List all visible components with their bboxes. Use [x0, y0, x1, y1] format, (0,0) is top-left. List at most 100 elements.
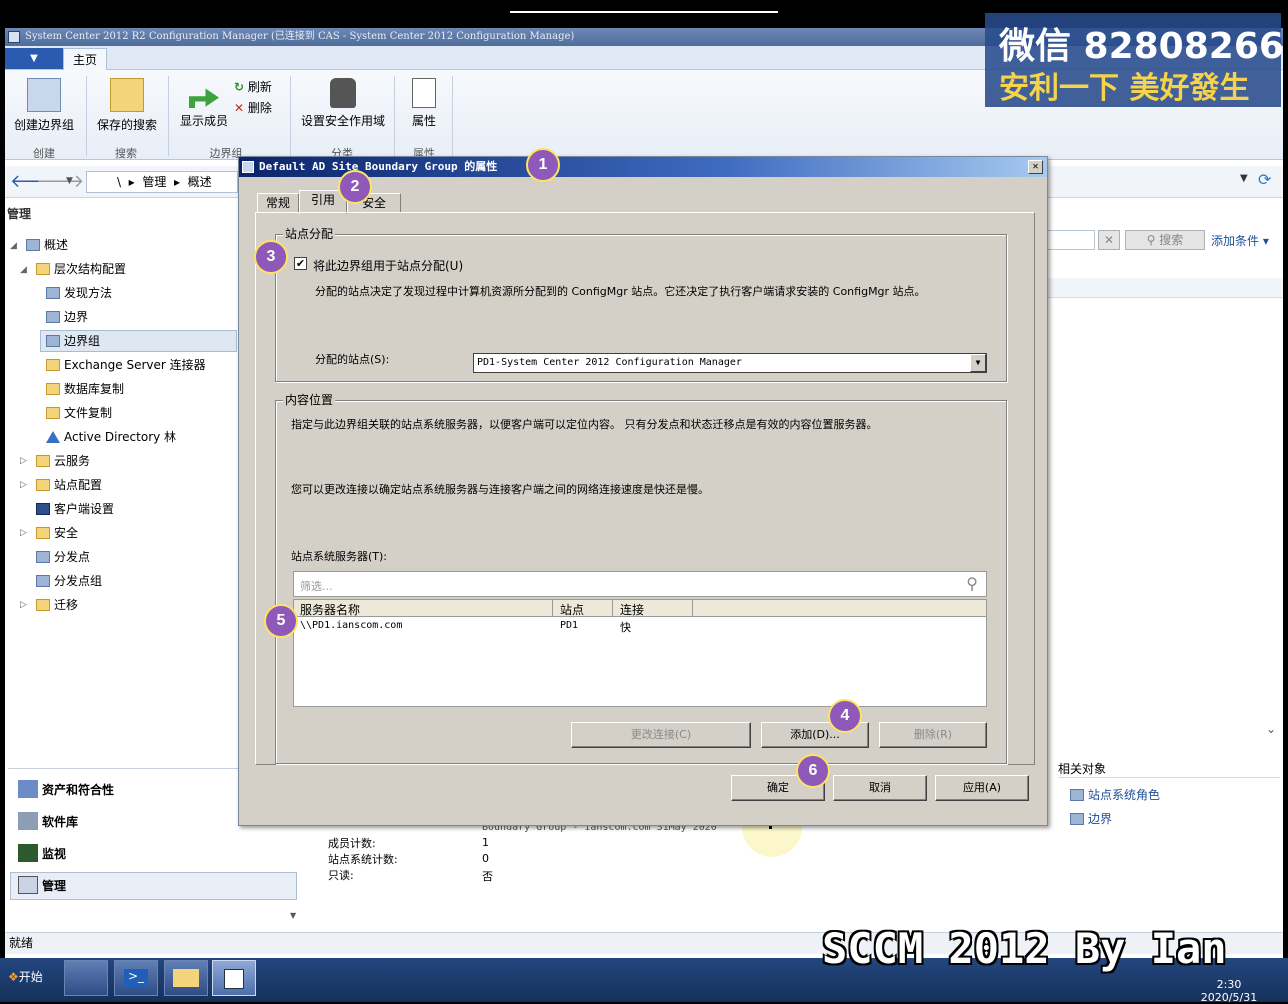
wechat-overlay: 微信 82808266 安利一下 美好發生	[985, 13, 1284, 107]
file-replication-icon	[46, 407, 60, 419]
site-system-role-icon	[1070, 789, 1084, 801]
refresh-icon[interactable]: ⟳	[1258, 170, 1271, 189]
properties-button[interactable]: 属性	[404, 78, 444, 129]
list-header	[1047, 278, 1283, 298]
taskbar-configmgr[interactable]	[212, 960, 256, 996]
app-icon	[8, 31, 20, 43]
tree-item-boundaries[interactable]: 边界	[46, 306, 88, 328]
breadcrumb-dropdown-icon[interactable]: ▼	[1240, 173, 1248, 184]
use-for-assignment-label: 将此边界组用于站点分配(U)	[313, 259, 464, 273]
remove-button[interactable]: 删除(R)	[879, 722, 987, 748]
assets-icon	[18, 780, 38, 798]
set-security-scope-button[interactable]: 设置安全作用域	[298, 78, 388, 129]
powershell-icon: >_	[124, 969, 148, 987]
group-create-label: 创建	[33, 147, 55, 160]
table-row[interactable]: \\PD1.ianscom.com PD1 快	[294, 619, 986, 635]
ribbon-separator	[168, 76, 169, 156]
history-dropdown-icon[interactable]: ▼	[66, 176, 73, 186]
add-criteria-link[interactable]: 添加条件 ▾	[1211, 232, 1269, 249]
readonly-value: 否	[482, 870, 493, 883]
expand-arrow-icon[interactable]: ◢	[10, 241, 17, 251]
discovery-icon	[46, 287, 60, 299]
group-search-label: 搜索	[115, 147, 137, 160]
show-members-button[interactable]: 显示成员	[176, 78, 232, 129]
start-button[interactable]: ❖开始	[4, 962, 56, 992]
site-system-count-value: 0	[482, 852, 489, 865]
collapsed-arrow-icon[interactable]: ▷	[20, 480, 27, 490]
workspace-assets-compliance[interactable]: 资产和符合性	[18, 777, 114, 803]
column-divider	[612, 600, 613, 617]
tree-item-overview[interactable]: 概述	[26, 234, 68, 256]
boundary-icon	[46, 311, 60, 323]
expand-arrow-icon[interactable]: ◢	[20, 265, 27, 275]
assigned-site-select[interactable]: PD1-System Center 2012 Configuration Man…	[473, 353, 987, 373]
related-boundaries-link[interactable]: 边界	[1070, 810, 1112, 827]
monitoring-icon	[18, 844, 38, 862]
tree-item-file-replication[interactable]: 文件复制	[46, 402, 112, 424]
workspace-monitoring[interactable]: 监视	[18, 841, 66, 867]
forward-arrow-icon[interactable]: 🡒	[36, 171, 84, 192]
tree-item-exchange-connector[interactable]: Exchange Server 连接器	[46, 354, 206, 376]
apply-button[interactable]: 应用(A)	[935, 775, 1029, 801]
dropdown-arrow-icon[interactable]: ▼	[970, 354, 986, 372]
create-boundary-group-button[interactable]: 创建边界组	[12, 78, 76, 133]
tab-home[interactable]: 主页	[63, 48, 107, 71]
delete-button[interactable]: ✕ 删除	[234, 99, 278, 116]
ribbon-separator	[290, 76, 291, 156]
tree-item-client-settings[interactable]: 客户端设置	[36, 498, 114, 520]
app-menu-button[interactable]: ▼	[5, 48, 63, 69]
filter-input[interactable]: 筛选... ⚲	[293, 571, 987, 597]
taskbar-server-manager[interactable]	[64, 960, 108, 996]
search-button[interactable]: ⚲ 搜索	[1125, 230, 1205, 250]
column-header-site[interactable]: 站点	[560, 601, 584, 618]
administration-icon	[18, 876, 38, 894]
tree-item-migration[interactable]: 迁移	[36, 594, 78, 616]
collapsed-arrow-icon[interactable]: ▷	[20, 600, 27, 610]
tree-item-hierarchy-config[interactable]: 层次结构配置	[36, 258, 126, 280]
tree-item-security[interactable]: 安全	[36, 522, 78, 544]
step-badge-3: 3	[254, 240, 288, 274]
step-badge-6: 6	[796, 754, 830, 788]
column-header-connection[interactable]: 连接	[620, 601, 644, 618]
refresh-button[interactable]: ↻ 刷新	[234, 78, 278, 95]
collapsed-arrow-icon[interactable]: ▷	[20, 528, 27, 538]
use-for-assignment-checkbox[interactable]: ✔	[294, 257, 307, 270]
ribbon-separator	[452, 76, 453, 156]
tree-item-boundary-groups[interactable]: 边界组	[46, 330, 100, 352]
cancel-button[interactable]: 取消	[833, 775, 927, 801]
breadcrumb[interactable]: \ ▸ 管理 ▸ 概述	[86, 171, 238, 193]
assigned-site-label: 分配的站点(S):	[315, 353, 390, 366]
collapse-chevron-icon[interactable]: ⌄	[1266, 722, 1276, 736]
tree-item-distribution-point-groups[interactable]: 分发点组	[36, 570, 102, 592]
tree-item-database-replication[interactable]: 数据库复制	[46, 378, 124, 400]
search-icon[interactable]: ⚲	[966, 574, 978, 593]
tree-item-ad-forests[interactable]: Active Directory 林	[46, 426, 176, 448]
workspace-software-library[interactable]: 软件库	[18, 809, 78, 835]
step-badge-4: 4	[828, 699, 862, 733]
site-system-count-label: 站点系统计数:	[328, 853, 398, 866]
tab-general[interactable]: 常规	[257, 193, 299, 213]
distribution-point-group-icon	[36, 575, 50, 587]
related-site-system-roles-link[interactable]: 站点系统角色	[1070, 786, 1160, 803]
tree-item-distribution-points[interactable]: 分发点	[36, 546, 90, 568]
clear-search-icon[interactable]: ✕	[1098, 230, 1120, 250]
tree-item-cloud-services[interactable]: 云服务	[36, 450, 90, 472]
taskbar-explorer[interactable]	[164, 960, 208, 996]
taskbar-powershell[interactable]: >_	[114, 960, 158, 996]
saved-searches-button[interactable]: 保存的搜索	[94, 78, 160, 133]
servers-list[interactable]: 服务器名称 站点 连接 \\PD1.ianscom.com PD1 快	[293, 599, 987, 707]
workspace-administration[interactable]: 管理	[18, 873, 66, 899]
workspace-options-icon[interactable]: ▼	[290, 911, 296, 920]
ad-triangle-icon	[46, 431, 60, 443]
tree-item-site-config[interactable]: 站点配置	[36, 474, 102, 496]
search-input[interactable]	[1047, 230, 1095, 250]
folder-icon	[36, 599, 50, 611]
content-description-2: 您可以更改连接以确定站点系统服务器与连接客户端之间的网络连接速度是快还是慢。	[291, 483, 709, 496]
taskbar-clock: 2:30 2020/5/31	[1200, 978, 1258, 1004]
tree-item-discovery-methods[interactable]: 发现方法	[46, 282, 112, 304]
close-icon[interactable]: ✕	[1028, 160, 1043, 174]
folder-icon	[36, 263, 50, 275]
change-connection-button[interactable]: 更改连接(C)	[571, 722, 751, 748]
collapsed-arrow-icon[interactable]: ▷	[20, 456, 27, 466]
column-header-server[interactable]: 服务器名称	[300, 601, 360, 618]
